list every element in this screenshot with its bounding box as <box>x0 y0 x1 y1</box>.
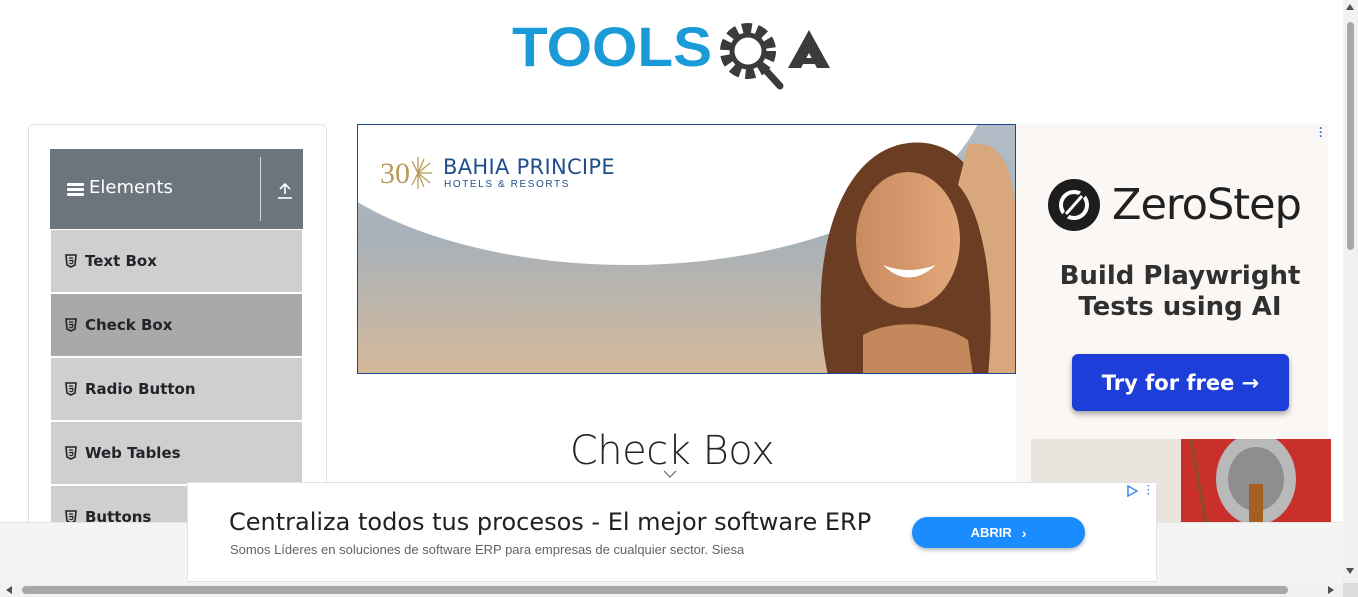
scroll-up-icon[interactable] <box>1346 4 1354 10</box>
gear-magnifier-icon <box>720 23 784 90</box>
scroll-right-icon[interactable] <box>1328 586 1334 594</box>
bottom-ad[interactable]: · · · Centraliza todos tus procesos - El m… <box>187 482 1157 582</box>
sidebar-item-text-box[interactable]: Text Box <box>51 230 302 292</box>
zerostep-tagline: Build Playwright Tests using AI <box>1059 261 1301 322</box>
horizontal-scrollbar[interactable] <box>0 583 1343 597</box>
abrir-button[interactable]: ABRIR › <box>912 517 1085 548</box>
sidebar-item-web-tables[interactable]: Web Tables <box>51 422 302 484</box>
ad-menu-icon[interactable]: · · · <box>1147 482 1150 500</box>
try-for-free-button[interactable]: Try for free → <box>1072 354 1289 411</box>
adchoices-icon[interactable] <box>1126 485 1138 497</box>
sidebar-item-label: Radio Button <box>85 380 196 398</box>
ad-menu-icon[interactable]: · · · <box>1318 122 1324 142</box>
zerostep-brand: ZeroStep <box>1112 180 1302 230</box>
browser-viewport: TOOLS QA Elements Text Box Check Box Rad… <box>0 0 1358 597</box>
zerostep-ad[interactable]: · · · ZeroStep Build Playwright Tests usin… <box>1016 122 1331 524</box>
html5-icon <box>65 446 77 460</box>
scroll-left-icon[interactable] <box>6 586 12 594</box>
html5-icon <box>65 318 77 332</box>
sidebar-item-check-box[interactable]: Check Box <box>51 294 302 356</box>
banner-brand: 30 BAHIA PRINCIPE HOTELS & RESORTS <box>380 153 615 198</box>
elements-group-header[interactable]: Elements <box>50 149 303 229</box>
sidebar-item-label: Text Box <box>85 252 157 270</box>
banner-brand-subtitle: HOTELS & RESORTS <box>444 179 570 190</box>
ad-headline[interactable]: Centraliza todos tus procesos - El mejor… <box>229 508 871 536</box>
chevron-down-icon <box>663 470 677 478</box>
vertical-scroll-thumb[interactable] <box>1347 22 1354 250</box>
svg-text:30: 30 <box>380 157 410 190</box>
chevron-right-icon: › <box>1021 524 1027 541</box>
html5-icon <box>65 382 77 396</box>
banner-photo <box>820 142 1015 373</box>
ad-description: Somos Líderes en soluciones de software … <box>230 542 745 557</box>
zerostep-logo-icon <box>1048 179 1100 231</box>
sidebar-item-label: Web Tables <box>85 444 181 462</box>
sidebar-item-label: Check Box <box>85 316 173 334</box>
banner-brand-name: BAHIA PRINCIPE <box>443 155 615 179</box>
scrollbar-corner <box>1343 583 1358 597</box>
upload-icon[interactable] <box>277 182 293 200</box>
page-title: Check Box <box>569 428 775 474</box>
banner-ad[interactable]: 30 BAHIA PRINCIPE HOTELS & RESORTS <box>357 124 1016 374</box>
logo-text-tools: TOOLS <box>512 16 712 78</box>
group-title: Elements <box>89 177 173 198</box>
sunburst-logo-icon: 30 <box>380 157 432 190</box>
horizontal-scroll-thumb[interactable] <box>22 586 1288 594</box>
header-divider <box>260 157 261 221</box>
html5-icon <box>65 254 77 268</box>
abrir-button-label: ABRIR <box>970 525 1012 540</box>
hamburger-icon <box>67 183 84 197</box>
sidebar-item-radio-button[interactable]: Radio Button <box>51 358 302 420</box>
vertical-scrollbar[interactable] <box>1343 0 1358 583</box>
scroll-down-icon[interactable] <box>1346 568 1354 574</box>
toolsqa-logo[interactable]: TOOLS QA <box>512 16 836 92</box>
